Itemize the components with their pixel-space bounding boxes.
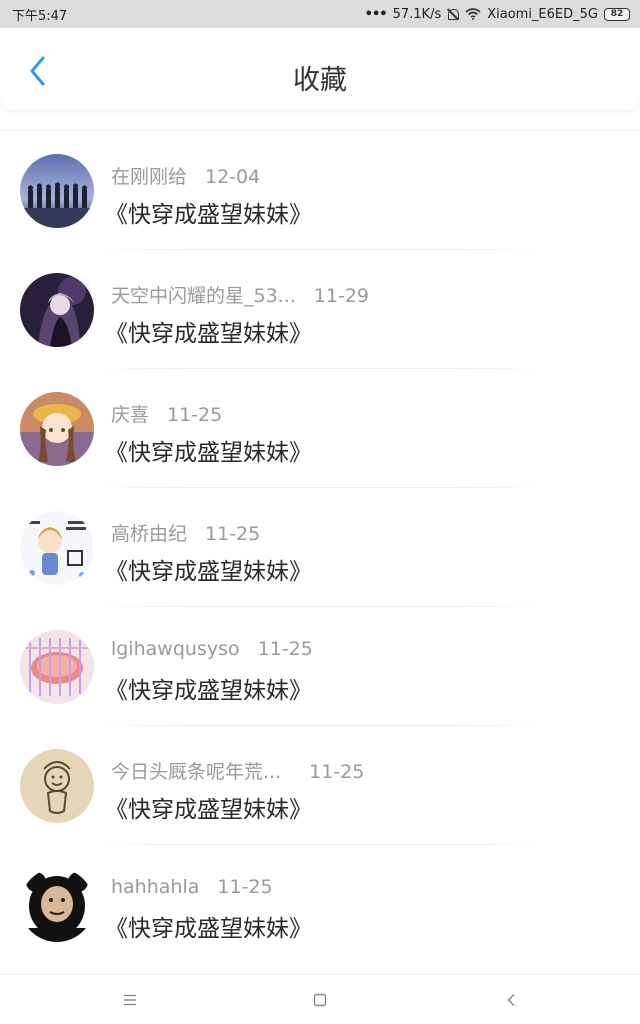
username[interactable]: lgihawqusyso [111,638,240,660]
item-meta: 天空中闪耀的星_53... 11-29 [111,281,369,308]
date: 12-04 [205,166,261,188]
app-header: 收藏 [0,28,640,110]
avatar[interactable] [20,868,94,942]
status-bar: 下午5:47 ••• 57.1K/s Xiaomi_E6ED_5G 82 [0,0,640,28]
sketch-doodle-avatar [20,749,94,823]
bell-muted-icon [447,8,460,20]
wifi-icon [465,8,481,20]
book-title[interactable]: 《快穿成盛望妹妹》 [105,433,312,467]
menu-icon [124,994,136,1006]
panda-meme-avatar [20,868,94,942]
back-triangle-icon [507,994,515,1006]
list-item[interactable]: lgihawqusyso 11-25 《快穿成盛望妹妹》 [0,607,640,726]
avatar[interactable] [20,511,94,585]
item-meta: 在刚刚给 12-04 [111,162,260,189]
date: 11-25 [205,523,261,545]
date: 11-25 [309,761,365,783]
more-dots-icon: ••• [364,6,388,22]
username[interactable]: 今日头厩条呢年荒... [111,757,281,784]
status-time: 下午5:47 [12,8,68,24]
home-button[interactable] [307,987,333,1013]
date: 11-25 [257,638,313,660]
home-square-icon [313,993,327,1007]
book-title[interactable]: 《快穿成盛望妹妹》 [105,671,312,705]
page-title: 收藏 [293,65,347,96]
username[interactable]: 天空中闪耀的星_53... [111,281,296,308]
username[interactable]: 高桥由纪 [111,519,187,546]
avatar[interactable] [20,630,94,704]
system-nav-bar [0,974,640,1024]
list-item[interactable]: hahhahla 11-25 《快穿成盛望妹妹》 [0,845,640,964]
anime-girl-hat-avatar [20,392,94,466]
avatar[interactable] [20,273,94,347]
date: 11-29 [313,285,370,307]
favorites-list: 在刚刚给 12-04 《快穿成盛望妹妹》 天空中闪耀的星_53... 11-29… [0,131,640,964]
list-item[interactable]: 天空中闪耀的星_53... 11-29 《快穿成盛望妹妹》 [0,250,640,369]
username[interactable]: 庆喜 [111,400,149,427]
book-title[interactable]: 《快穿成盛望妹妹》 [105,552,312,586]
book-title[interactable]: 《快穿成盛望妹妹》 [105,909,312,943]
list-item[interactable]: 今日头厩条呢年荒... 11-25 《快穿成盛望妹妹》 [0,726,640,845]
book-title[interactable]: 《快穿成盛望妹妹》 [105,195,312,229]
item-meta: hahhahla 11-25 [111,876,273,898]
status-indicators: ••• 57.1K/s Xiaomi_E6ED_5G 82 [365,7,630,22]
item-meta: 高桥由纪 11-25 [111,519,260,546]
network-speed: 57.1K/s [392,6,442,22]
list-item[interactable]: 高桥由纪 11-25 《快穿成盛望妹妹》 [0,488,640,607]
date: 11-25 [217,876,273,898]
cartoon-girl-avatar [20,511,94,585]
avatar[interactable] [20,749,94,823]
battery-icon: 82 [604,7,630,21]
item-meta: lgihawqusyso 11-25 [111,638,313,660]
item-meta: 庆喜 11-25 [111,400,222,427]
wifi-name: Xiaomi_E6ED_5G [487,6,598,22]
food-grill-avatar [20,630,94,704]
back-nav-button[interactable] [498,987,524,1013]
list-item[interactable]: 庆喜 11-25 《快穿成盛望妹妹》 [0,369,640,488]
list-item[interactable]: 在刚刚给 12-04 《快穿成盛望妹妹》 [0,131,640,250]
avatar[interactable] [20,392,94,466]
avatar[interactable] [20,154,94,228]
date: 11-25 [167,404,223,426]
anime-girl-dark-avatar [20,273,94,347]
item-meta: 今日头厩条呢年荒... 11-25 [111,757,364,784]
book-title[interactable]: 《快穿成盛望妹妹》 [105,790,312,824]
silhouettes-avatar [20,154,94,228]
menu-button[interactable] [117,987,143,1013]
username[interactable]: hahhahla [111,876,199,898]
username[interactable]: 在刚刚给 [111,162,187,189]
book-title[interactable]: 《快穿成盛望妹妹》 [105,314,312,348]
